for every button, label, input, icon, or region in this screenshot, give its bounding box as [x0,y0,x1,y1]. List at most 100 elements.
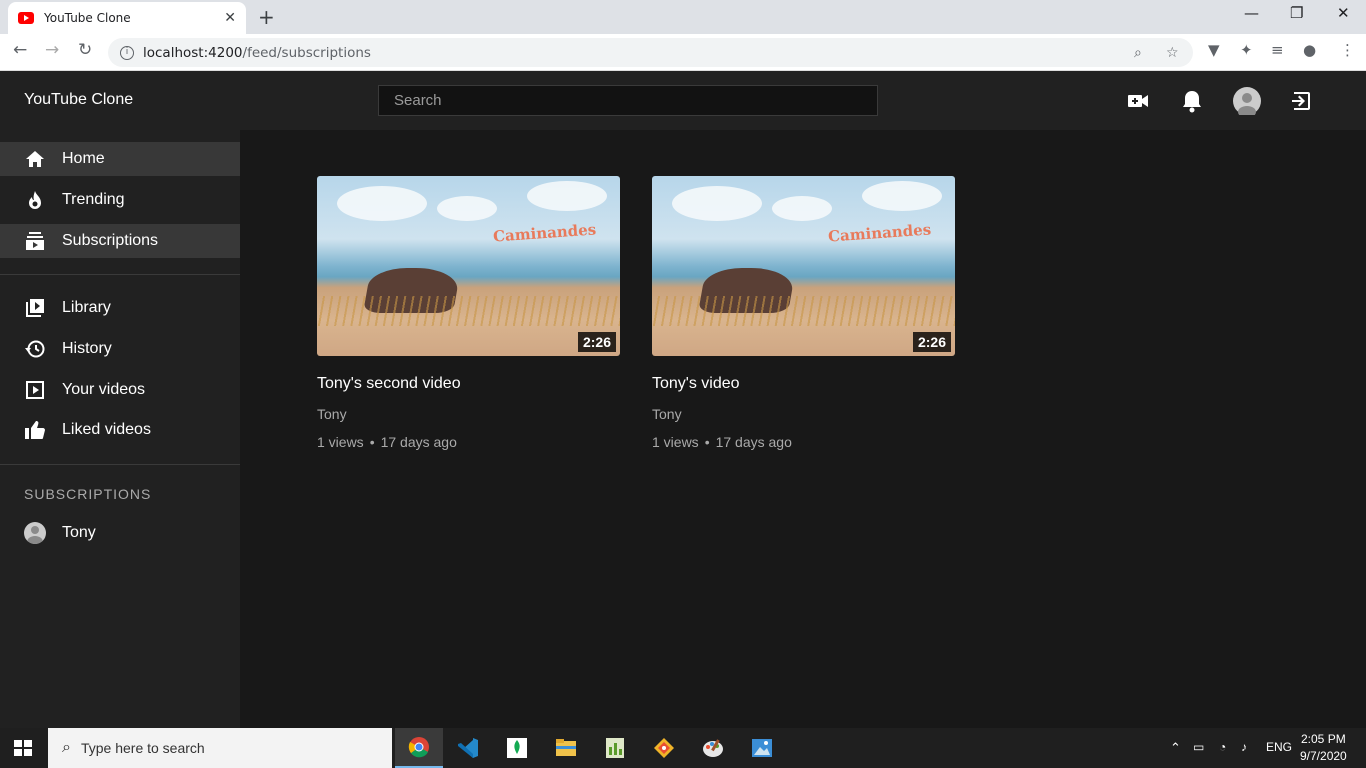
clock-date: 9/7/2020 [1300,749,1347,763]
sidebar-item-trending[interactable]: Trending [0,183,240,217]
thumbnail-cloud [772,196,832,221]
video-title[interactable]: Tony's video [652,375,955,393]
video-channel[interactable]: Tony [317,406,620,422]
notifications-bell-icon[interactable] [1178,87,1206,115]
spreadsheet-app-icon[interactable] [591,728,639,768]
sidebar-item-history[interactable]: History [0,332,240,366]
sidebar-item-label: Subscriptions [62,232,159,249]
video-age: 17 days ago [380,434,457,450]
sign-out-icon[interactable] [1287,87,1315,115]
windows-start-icon[interactable] [14,740,32,756]
sidebar-item-label: Trending [62,191,125,208]
mongodb-app-icon[interactable] [493,728,541,768]
window-close-icon[interactable]: ✕ [1337,4,1350,22]
back-arrow-icon[interactable]: ← [13,40,27,60]
browser-menu-icon[interactable]: ⋮ [1340,41,1355,59]
minimize-icon[interactable]: — [1244,4,1259,22]
fire-icon [24,189,46,211]
address-bar[interactable]: i localhost:4200/feed/subscriptions ⌕ ☆ [108,38,1193,67]
separator-dot: • [369,434,375,450]
app-header: YouTube Clone [0,71,1366,130]
thumbnail-cloud [527,181,607,211]
thumbnail-logo: Caminandes [492,220,597,246]
upload-video-icon[interactable] [1124,87,1152,115]
sidebar-item-label: Your videos [62,381,146,398]
app-brand[interactable]: YouTube Clone [24,91,133,109]
thumbnail-cloud [437,196,497,221]
sidebar-divider [0,274,240,275]
video-views: 1 views [317,434,364,450]
vue-devtools-icon[interactable]: ▼ [1208,41,1220,59]
history-icon [24,338,46,360]
sidebar-divider [0,464,240,465]
sidebar-item-home[interactable]: Home [0,142,240,176]
url-host: localhost:4200 [143,44,243,61]
thumbnail-cloud [672,186,762,221]
browser-tab[interactable]: YouTube Clone ✕ [8,2,246,34]
taskbar-clock[interactable]: 2:05 PM 9/7/2020 [1300,731,1347,765]
video-thumbnail[interactable]: Caminandes 2:26 [317,176,620,356]
tray-chevron-up-icon[interactable]: ⌃ [1170,740,1181,756]
separator-dot: • [704,434,710,450]
reload-icon[interactable]: ↻ [78,40,92,60]
new-tab-icon[interactable]: + [258,5,275,29]
sidebar: Home Trending Subscriptions Library Hist… [0,130,240,728]
sidebar-item-label: History [62,340,112,357]
profile-icon[interactable]: ● [1303,41,1316,59]
account-avatar-icon[interactable] [1233,87,1261,115]
battery-icon[interactable]: ▭ [1193,740,1204,754]
site-info-icon[interactable]: i [120,45,134,60]
thumbs-up-icon [24,419,46,441]
git-app-icon[interactable] [640,728,688,768]
extensions-puzzle-icon[interactable]: ✦ [1240,41,1253,59]
video-card[interactable]: Caminandes 2:26 Tony's second video Tony… [317,176,620,450]
wifi-icon[interactable]: ◔ [1219,740,1226,754]
subscription-item-tony[interactable]: Tony [24,522,96,544]
photos-app-icon[interactable] [738,728,786,768]
subscriptions-heading: SUBSCRIPTIONS [24,486,152,502]
chrome-app-icon[interactable] [395,728,443,768]
thumbnail-grass [652,296,955,326]
sidebar-item-label: Home [62,150,105,167]
sidebar-item-subscriptions[interactable]: Subscriptions [0,224,240,258]
video-thumbnail[interactable]: Caminandes 2:26 [652,176,955,356]
language-indicator[interactable]: ENG [1266,740,1292,754]
vscode-app-icon[interactable] [444,728,492,768]
file-explorer-app-icon[interactable] [542,728,590,768]
search-input[interactable] [378,85,878,116]
video-duration: 2:26 [912,332,951,352]
avatar [24,522,46,544]
browser-tab-bar: YouTube Clone ✕ + — ❐ ✕ [0,0,1366,34]
restore-icon[interactable]: ❐ [1290,4,1303,22]
browser-toolbar: ← → ↻ i localhost:4200/feed/subscription… [0,34,1366,71]
tab-title: YouTube Clone [44,11,131,25]
bookmark-star-icon[interactable]: ☆ [1166,45,1179,61]
your-videos-icon [24,379,46,401]
subscriptions-icon [24,230,46,252]
video-title[interactable]: Tony's second video [317,375,620,393]
video-meta: 1 views • 17 days ago [652,434,955,450]
subscription-name: Tony [62,524,96,541]
tab-close-icon[interactable]: ✕ [224,10,236,26]
sidebar-item-your-videos[interactable]: Your videos [0,373,240,407]
video-duration: 2:26 [577,332,616,352]
zoom-icon[interactable]: ⌕ [1134,45,1142,61]
taskbar-search[interactable]: ⌕ Type here to search [48,728,392,768]
clock-time: 2:05 PM [1301,732,1346,746]
paint-app-icon[interactable] [689,728,737,768]
thumbnail-cloud [862,181,942,211]
url-path: /feed/subscriptions [242,44,371,61]
windows-taskbar: ⌕ Type here to search ⌃ ▭ ◔ ♪ ENG 2:05 P… [0,728,1366,768]
media-queue-icon[interactable]: ≡ [1271,41,1284,59]
sidebar-item-library[interactable]: Library [0,291,240,325]
sidebar-item-liked-videos[interactable]: Liked videos [0,413,240,447]
sidebar-item-label: Library [62,299,111,316]
video-card[interactable]: Caminandes 2:26 Tony's video Tony 1 view… [652,176,955,450]
video-meta: 1 views • 17 days ago [317,434,620,450]
video-channel[interactable]: Tony [652,406,955,422]
volume-icon[interactable]: ♪ [1241,740,1247,754]
library-icon [24,297,46,319]
forward-arrow-icon[interactable]: → [45,40,59,60]
search-icon: ⌕ [62,739,71,756]
thumbnail-cloud [337,186,427,221]
